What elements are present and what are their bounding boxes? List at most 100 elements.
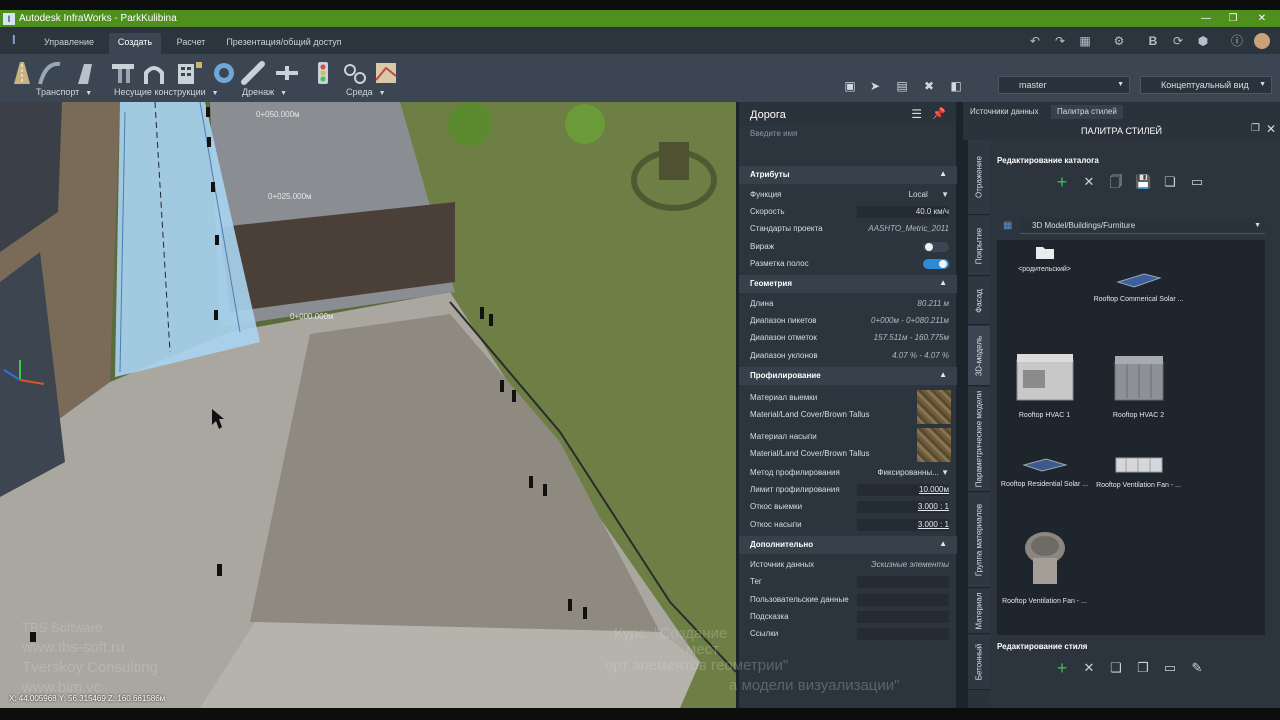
section-extra[interactable]: Дополнительно ▲ xyxy=(739,536,957,554)
minimize-icon[interactable]: — xyxy=(1191,10,1221,27)
section-grading[interactable]: Профилирование ▲ xyxy=(739,367,957,385)
fill-material-value[interactable]: Material/Land Cover/Brown Tallus xyxy=(750,449,869,458)
palette-item-hvac-1[interactable]: Rooftop HVAC 1 xyxy=(997,350,1092,419)
infraworks-logo-icon[interactable]: I xyxy=(12,32,16,47)
export-icon[interactable]: ▭ xyxy=(1162,660,1178,676)
delete-icon[interactable]: ✕ xyxy=(1081,174,1097,190)
cut-material-value[interactable]: Material/Land Cover/Brown Tallus xyxy=(750,410,869,419)
tab-material[interactable]: Материал xyxy=(968,589,990,634)
cut-material-swatch[interactable] xyxy=(917,390,951,424)
road-tool-icon[interactable] xyxy=(14,62,30,84)
tunnel-tool-icon[interactable] xyxy=(144,66,164,84)
cloud-box-icon[interactable]: ⬢ xyxy=(1195,33,1211,49)
save-icon[interactable]: 💾 xyxy=(1135,174,1151,190)
standards-value[interactable]: AASHTO_Metric_2011 xyxy=(868,224,949,233)
settings-gear-icon[interactable]: ⚙ xyxy=(1111,33,1127,49)
tab-coverage[interactable]: Покрытие xyxy=(968,216,990,276)
pin-icon[interactable]: 📌 xyxy=(932,107,946,120)
tab-3d-model[interactable]: 3D-модель xyxy=(968,326,990,386)
tab-analyze[interactable]: Расчет xyxy=(168,33,214,54)
tag-field[interactable] xyxy=(857,576,949,588)
palette-item-ventilation-fan-1[interactable]: Rooftop Ventilation Fan - ... xyxy=(1091,452,1186,489)
grading-method-label: Метод профилирования xyxy=(750,468,840,477)
duplicate-icon[interactable]: ❏ xyxy=(1108,660,1124,676)
tab-data-sources[interactable]: Источники данных xyxy=(964,105,1045,119)
view-mode-selector[interactable]: Концептуальный вид ▼ xyxy=(1140,76,1272,94)
intersection-tool-icon[interactable] xyxy=(78,64,92,84)
layout-icon[interactable]: ▦ xyxy=(1077,33,1093,49)
restore-icon[interactable]: ❐ xyxy=(1251,123,1260,134)
name-input[interactable]: Введите имя xyxy=(750,129,797,138)
panel-toggle-icon[interactable]: ◧ xyxy=(947,77,965,95)
user-data-field[interactable] xyxy=(857,594,949,606)
ribbon-group-structures[interactable]: Несущие конструкции ▼ xyxy=(114,87,219,97)
copy-icon[interactable]: ❐ xyxy=(1135,660,1151,676)
building-tool-icon[interactable] xyxy=(178,62,202,84)
add-icon[interactable]: + xyxy=(1054,173,1070,191)
menu-icon[interactable]: ☰ xyxy=(911,107,922,121)
superelevation-toggle[interactable] xyxy=(923,242,949,252)
palette-item-residential-solar[interactable]: Rooftop Residential Solar ... xyxy=(997,455,1092,488)
bridge-tool-icon[interactable] xyxy=(112,64,134,83)
bim-b-icon[interactable]: B xyxy=(1145,33,1161,49)
import-icon[interactable]: 🗍 xyxy=(1108,174,1124,190)
tab-material-group[interactable]: Группа материалов xyxy=(968,493,990,588)
tab-parametric-models[interactable]: Параметрические модели xyxy=(968,387,990,492)
close-icon[interactable]: ✕ xyxy=(1247,10,1277,27)
redo-icon[interactable]: ↷ xyxy=(1052,33,1068,49)
tab-concrete[interactable]: Бетонный xyxy=(968,635,990,690)
edit-pencil-icon[interactable]: ✎ xyxy=(1189,660,1205,676)
measure-icon[interactable]: ▤ xyxy=(893,77,911,95)
palette-item-ventilation-fan-2[interactable]: Rooftop Ventilation Fan - ... xyxy=(997,528,1092,605)
undo-icon[interactable]: ↶ xyxy=(1027,33,1043,49)
move-tool-icon[interactable]: ✖ xyxy=(920,77,938,95)
3d-viewport[interactable]: 0+050.000м 0+025.000м 0+000.000м TBS Sof… xyxy=(0,102,736,708)
tab-present-share[interactable]: Презентация/общий доступ xyxy=(222,33,346,54)
style-edit-label: Редактирование стиля xyxy=(997,642,1088,651)
links-field[interactable] xyxy=(857,628,949,640)
viewcube[interactable] xyxy=(659,142,689,180)
sync-icon[interactable]: ⟳ xyxy=(1170,33,1186,49)
avatar[interactable] xyxy=(1254,33,1270,49)
row-data-source: Источник данных Эскизные элементы xyxy=(739,557,957,574)
function-select[interactable]: Local ▼ xyxy=(909,190,949,199)
export-icon[interactable]: ▭ xyxy=(1189,174,1205,190)
hint-field[interactable] xyxy=(857,611,949,623)
tab-create[interactable]: Создать xyxy=(109,33,161,54)
tab-style-palette[interactable]: Палитра стилей xyxy=(1051,105,1123,119)
add-icon[interactable]: + xyxy=(1054,659,1070,677)
select-pointer-icon[interactable]: ➤ xyxy=(866,77,884,95)
connector-tool-icon[interactable] xyxy=(276,66,298,80)
palette-item-hvac-2[interactable]: Rooftop HVAC 2 xyxy=(1091,350,1186,419)
tab-facade[interactable]: Фасад xyxy=(968,277,990,325)
component-road-tool-icon[interactable] xyxy=(38,61,61,85)
terrain-tool-icon[interactable] xyxy=(375,63,397,83)
pipe-tool-icon[interactable] xyxy=(214,63,234,83)
close-icon[interactable]: ✕ xyxy=(1266,122,1276,136)
speed-value: 40.0 xyxy=(915,207,932,216)
catalog-path-select[interactable]: 3D Model/Buildings/Furniture ▼ xyxy=(1020,218,1265,234)
monitor-icon[interactable]: ▣ xyxy=(841,77,859,95)
delete-icon[interactable]: ✕ xyxy=(1081,660,1097,676)
ribbon-group-transport[interactable]: Транспорт ▼ xyxy=(36,87,92,97)
culvert-tool-icon[interactable] xyxy=(241,61,265,85)
elevation-range-label: Диапазон отметок xyxy=(750,333,817,342)
ribbon-group-environment[interactable]: Среда ▼ xyxy=(346,87,386,97)
environment-tool-icon[interactable] xyxy=(344,64,366,84)
palette-item-commercial-solar[interactable]: Rooftop Commerical Solar ... xyxy=(1091,270,1186,303)
help-icon[interactable]: ⓘ xyxy=(1229,33,1245,49)
traffic-light-tool-icon[interactable] xyxy=(318,62,328,84)
maximize-icon[interactable]: ❐ xyxy=(1218,10,1248,27)
ribbon-group-drainage[interactable]: Дренаж ▼ xyxy=(242,87,287,97)
lane-marking-toggle[interactable] xyxy=(923,259,949,269)
branch-selector[interactable]: master ▼ xyxy=(998,76,1130,94)
row-cut-slope: Откос выемки 3.000 : 1 xyxy=(739,499,957,516)
palette-item-parent[interactable]: <родительский> xyxy=(997,244,1092,273)
tab-manage[interactable]: Управление xyxy=(36,33,102,54)
section-geometry[interactable]: Геометрия ▲ xyxy=(739,275,957,293)
tab-reflection[interactable]: Отражение xyxy=(968,140,990,215)
grading-method-select[interactable]: Фиксированны... ▼ xyxy=(877,468,949,477)
fill-material-swatch[interactable] xyxy=(917,428,951,462)
section-attributes[interactable]: Атрибуты ▲ xyxy=(739,166,957,184)
copy-icon[interactable]: ❏ xyxy=(1162,174,1178,190)
